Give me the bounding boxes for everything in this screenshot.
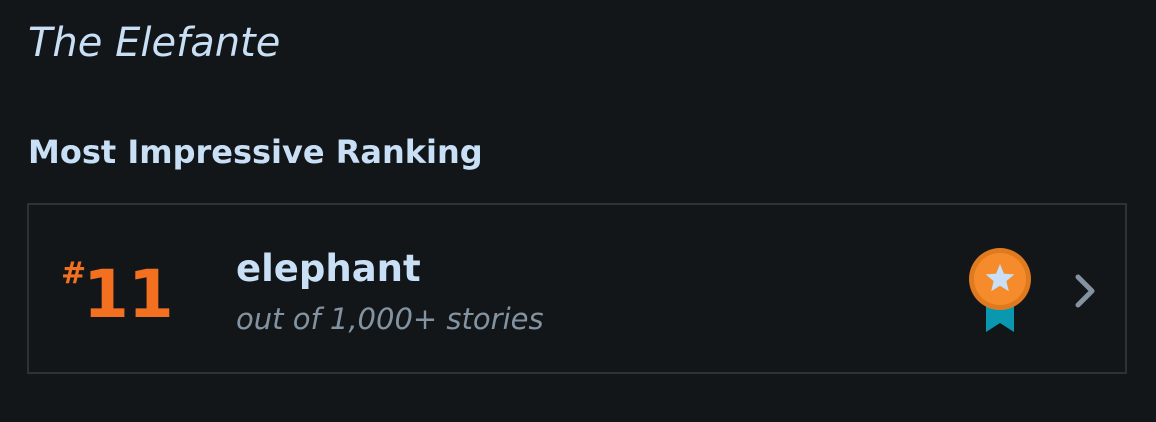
ranking-section-heading: Most Impressive Ranking xyxy=(28,133,483,171)
ranking-card[interactable]: # 11 elephant out of 1,000+ stories xyxy=(27,203,1127,374)
rank-number: 11 xyxy=(83,256,174,333)
chevron-right-icon[interactable] xyxy=(1070,272,1100,310)
rank-subtitle: out of 1,000+ stories xyxy=(236,302,544,336)
tag-name: elephant xyxy=(236,247,421,290)
medal-star-icon xyxy=(969,248,1031,332)
story-title: The Elefante xyxy=(28,20,281,66)
